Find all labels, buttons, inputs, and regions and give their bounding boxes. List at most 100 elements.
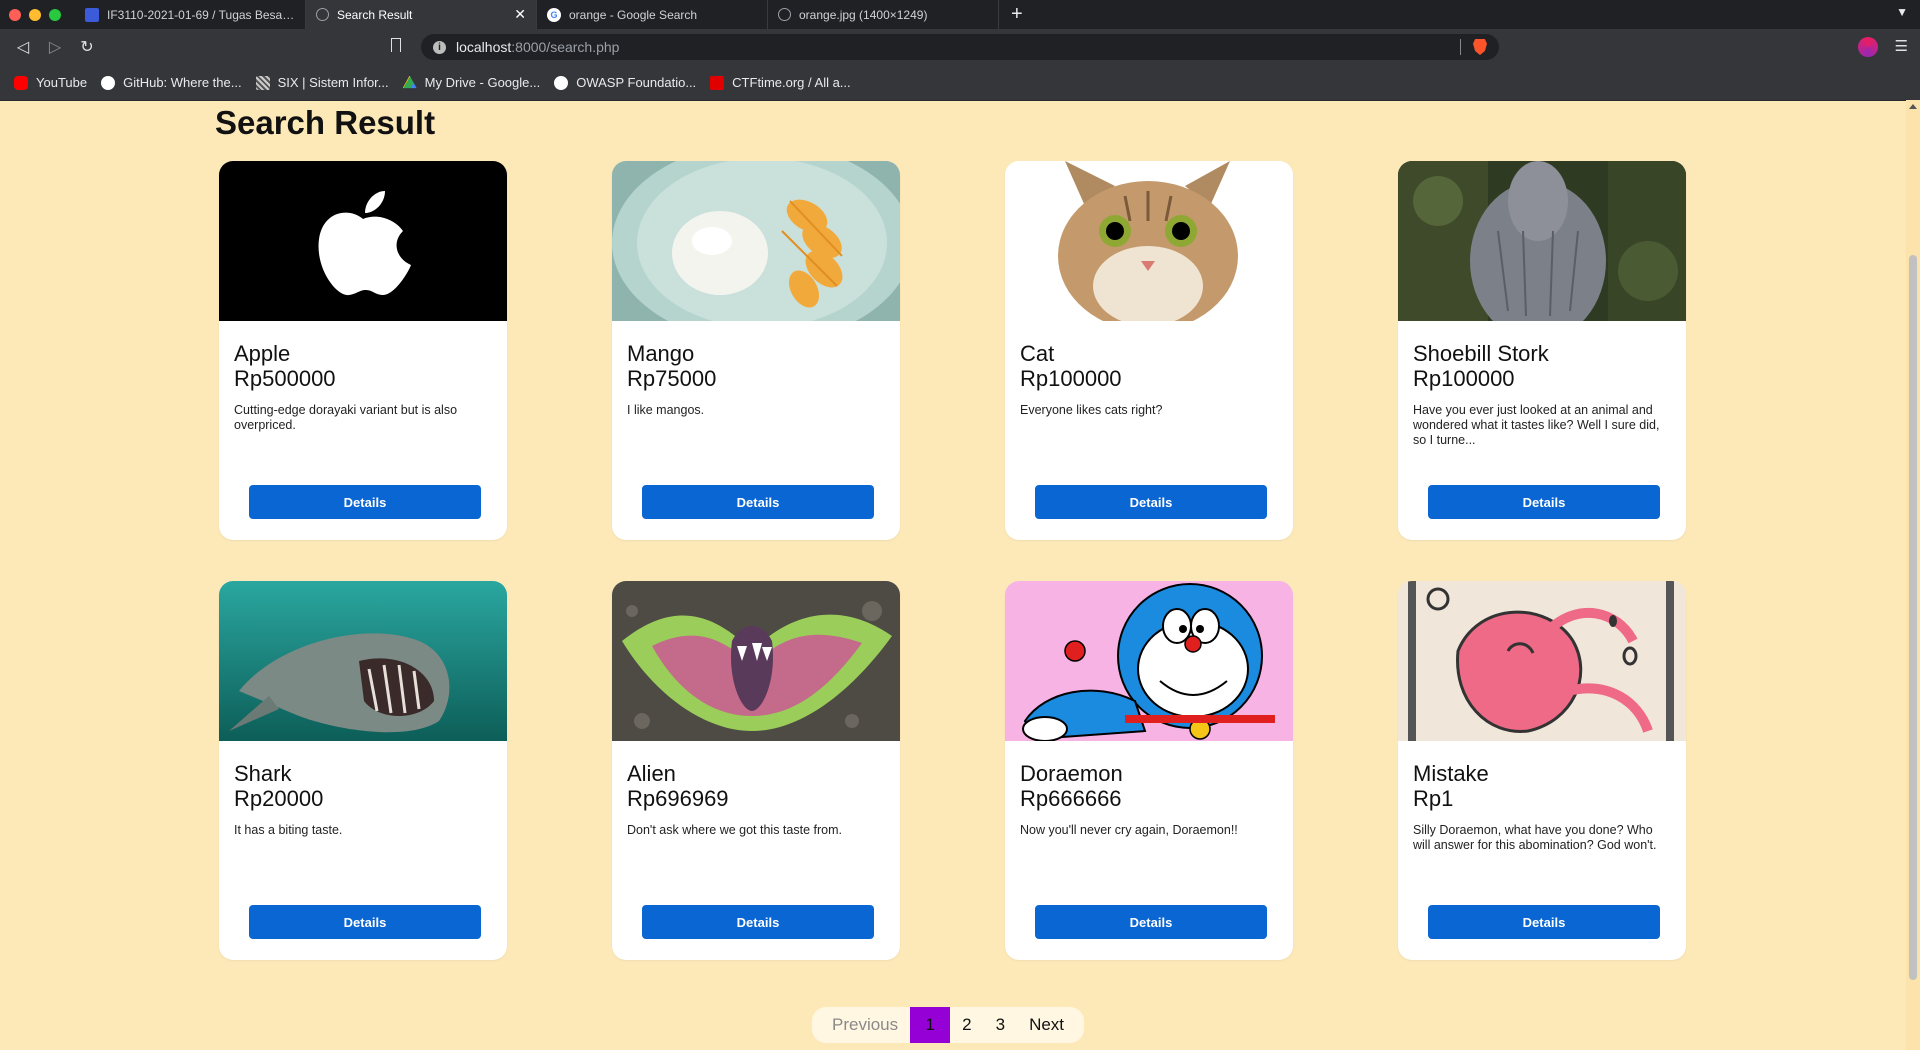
gitlab-icon <box>85 7 99 22</box>
scroll-up-arrow-icon[interactable] <box>1909 104 1917 109</box>
product-card: Doraemon Rp666666 Now you'll never cry a… <box>1005 581 1293 960</box>
page-1-button[interactable]: 1 <box>910 1007 951 1043</box>
product-image-cat <box>1005 161 1293 321</box>
product-image-doraemon <box>1005 581 1293 741</box>
details-button[interactable]: Details <box>1428 485 1660 519</box>
tab-orange-jpg[interactable]: orange.jpg (1400×1249) <box>768 0 999 29</box>
product-card: Apple Rp500000 Cutting-edge dorayaki var… <box>219 161 507 540</box>
bookmark-label: GitHub: Where the... <box>123 75 242 90</box>
close-tab-icon[interactable]: ✕ <box>514 6 526 23</box>
product-price: Rp1 <box>1413 786 1454 811</box>
close-window-button[interactable] <box>9 8 21 21</box>
tab-search-result[interactable]: Search Result ✕ <box>306 0 537 29</box>
product-name: Shark <box>234 761 292 786</box>
details-button[interactable]: Details <box>249 485 481 519</box>
details-button[interactable]: Details <box>642 485 874 519</box>
url-path: :8000/search.php <box>511 39 620 55</box>
product-description: Everyone likes cats right? <box>1020 403 1163 417</box>
previous-page-button[interactable]: Previous <box>820 1007 910 1043</box>
product-price: Rp75000 <box>627 366 717 391</box>
product-name: Alien <box>627 761 676 786</box>
product-price: Rp20000 <box>234 786 324 811</box>
google-drive-icon <box>402 75 417 89</box>
product-image-shoebill-stork <box>1398 161 1686 321</box>
product-card: Mistake Rp1 Silly Doraemon, what have yo… <box>1398 581 1686 960</box>
product-description: Silly Doraemon, what have you done? Who … <box>1413 823 1657 852</box>
page-3-button[interactable]: 3 <box>984 1007 1017 1043</box>
menu-icon[interactable]: ☰ <box>1895 37 1908 55</box>
maximize-window-button[interactable] <box>49 8 61 21</box>
globe-icon <box>316 8 329 21</box>
bookmark-label: OWASP Foundatio... <box>576 75 697 90</box>
details-button[interactable]: Details <box>249 905 481 939</box>
github-icon <box>101 75 116 90</box>
details-button[interactable]: Details <box>1035 905 1267 939</box>
page-title: Search Result <box>215 104 436 141</box>
google-icon: G <box>547 7 561 22</box>
bookmark-youtube[interactable]: YouTube <box>14 75 87 90</box>
bookmark-ctftime[interactable]: CTFtime.org / All a... <box>710 75 851 90</box>
address-bar[interactable]: i localhost:8000/search.php <box>421 34 1499 60</box>
bookmark-icon[interactable] <box>391 38 401 52</box>
brave-shields-icon[interactable] <box>1473 39 1487 55</box>
product-name: Cat <box>1020 341 1055 366</box>
page-2-button[interactable]: 2 <box>950 1007 983 1043</box>
product-price: Rp696969 <box>627 786 729 811</box>
product-description: Cutting-edge dorayaki variant but is als… <box>234 403 458 432</box>
product-image-mango <box>612 161 900 321</box>
product-price: Rp100000 <box>1020 366 1122 391</box>
bookmark-github[interactable]: GitHub: Where the... <box>101 75 242 90</box>
product-card: Shoebill Stork Rp100000 Have you ever ju… <box>1398 161 1686 540</box>
back-button[interactable]: ◁ <box>14 37 32 57</box>
product-card: Shark Rp20000 It has a biting taste. Det… <box>219 581 507 960</box>
bookmark-owasp[interactable]: OWASP Foundatio... <box>554 75 696 90</box>
product-price: Rp500000 <box>234 366 336 391</box>
tab-label: orange.jpg (1400×1249) <box>799 7 928 22</box>
scrollbar-thumb[interactable] <box>1909 255 1917 980</box>
pagination: Previous 1 2 3 Next <box>812 1007 1085 1043</box>
product-description: It has a biting taste. <box>234 823 343 837</box>
product-grid: Apple Rp500000 Cutting-edge dorayaki var… <box>219 161 1686 960</box>
reload-button[interactable]: ↻ <box>78 37 96 57</box>
bookmark-six[interactable]: SIX | Sistem Infor... <box>255 75 389 90</box>
next-page-button[interactable]: Next <box>1017 1007 1076 1043</box>
product-name: Shoebill Stork <box>1413 341 1549 366</box>
owasp-icon <box>554 75 569 90</box>
profile-avatar[interactable] <box>1858 37 1878 57</box>
divider <box>1460 39 1461 55</box>
product-card: Cat Rp100000 Everyone likes cats right? … <box>1005 161 1293 540</box>
url-host: localhost <box>456 39 512 55</box>
tab-list-chevron-icon[interactable]: ▼ <box>1896 5 1908 19</box>
product-image-mistake <box>1398 581 1686 741</box>
site-info-icon[interactable]: i <box>433 40 446 54</box>
bookmark-label: YouTube <box>36 75 88 90</box>
product-image-shark <box>219 581 507 741</box>
bookmark-google-drive[interactable]: My Drive - Google... <box>402 75 541 90</box>
ctftime-icon <box>710 75 725 90</box>
navigation-bar: ◁ ▷ ↻ i localhost:8000/search.php ☰ <box>0 29 1920 65</box>
bookmarks-bar: YouTube GitHub: Where the... SIX | Siste… <box>0 65 1920 101</box>
product-image-alien <box>612 581 900 741</box>
product-card: Mango Rp75000 I like mangos. Details <box>612 161 900 540</box>
tab-google-search[interactable]: G orange - Google Search <box>537 0 768 29</box>
tab-gitlab[interactable]: IF3110-2021-01-69 / Tugas Besar 1 <box>75 0 306 29</box>
page-scrollbar[interactable] <box>1906 100 1920 1050</box>
tab-label: IF3110-2021-01-69 / Tugas Besar 1 <box>107 7 295 22</box>
bookmark-label: My Drive - Google... <box>424 75 541 90</box>
product-price: Rp666666 <box>1020 786 1122 811</box>
new-tab-button[interactable]: + <box>1011 3 1023 26</box>
product-price: Rp100000 <box>1413 366 1515 391</box>
window-controls <box>9 8 61 21</box>
forward-button[interactable]: ▷ <box>46 37 64 57</box>
product-name: Apple <box>234 341 291 366</box>
globe-icon <box>778 8 791 21</box>
minimize-window-button[interactable] <box>29 8 41 21</box>
tab-label: orange - Google Search <box>569 7 698 22</box>
details-button[interactable]: Details <box>1428 905 1660 939</box>
details-button[interactable]: Details <box>642 905 874 939</box>
bookmark-label: SIX | Sistem Infor... <box>277 75 389 90</box>
product-description: Now you'll never cry again, Doraemon!! <box>1020 823 1238 837</box>
details-button[interactable]: Details <box>1035 485 1267 519</box>
tab-bar: IF3110-2021-01-69 / Tugas Besar 1 Search… <box>0 0 1920 29</box>
product-name: Doraemon <box>1020 761 1123 786</box>
